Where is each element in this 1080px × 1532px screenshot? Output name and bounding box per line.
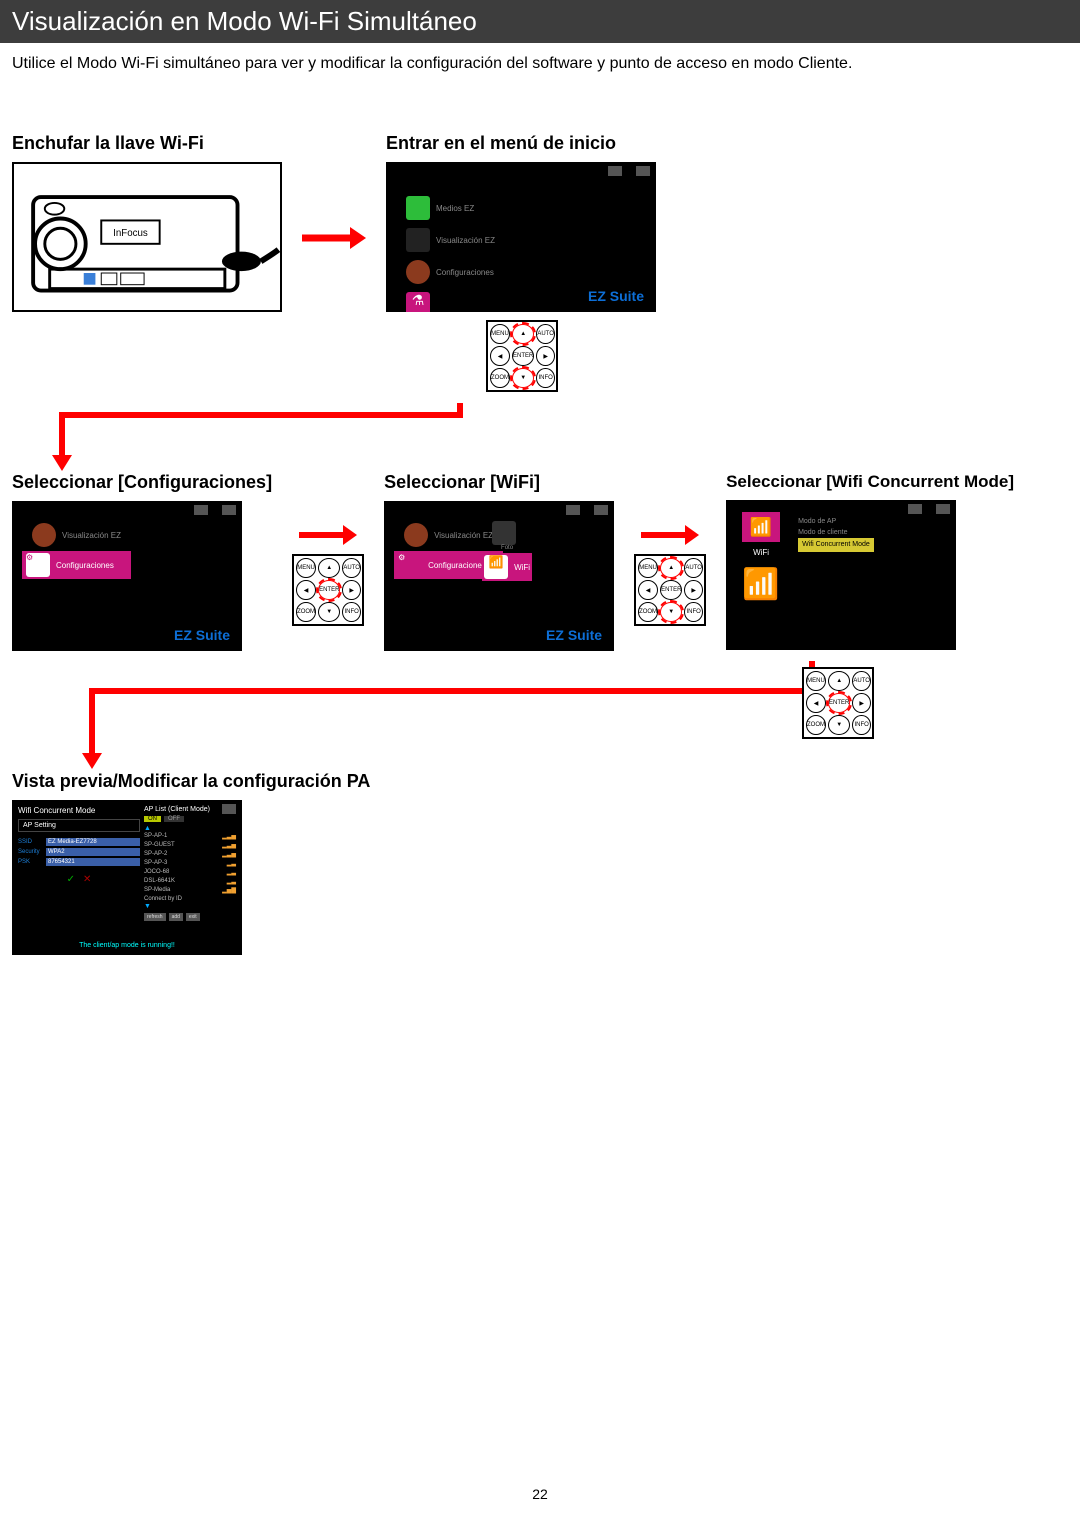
remote-zoom: ZOOM bbox=[490, 368, 510, 388]
ez-suite-label: EZ Suite bbox=[588, 288, 644, 304]
ez-suite-label-3: EZ Suite bbox=[546, 627, 602, 643]
intro-text: Utilice el Modo Wi-Fi simultáneo para ve… bbox=[0, 55, 1080, 93]
step-plug-title: Enchufar la llave Wi-Fi bbox=[12, 133, 282, 154]
wifi-icon-a bbox=[404, 523, 428, 547]
cancel-icon[interactable]: ✕ bbox=[83, 874, 91, 885]
off-btn[interactable]: OFF bbox=[164, 816, 184, 822]
step-wifi-title: Seleccionar [WiFi] bbox=[384, 472, 614, 493]
remote-3: MENU▲AUTO ◀ENTER▶ ZOOM▼INFO bbox=[634, 554, 706, 626]
step-preview: Vista previa/Modificar la configuración … bbox=[12, 771, 1068, 955]
remote-down: ▼ bbox=[512, 368, 534, 388]
ok-icon[interactable]: ✓ bbox=[67, 874, 75, 885]
step-config-title: Seleccionar [Configuraciones] bbox=[12, 472, 272, 493]
screen-config: Visualización EZ ⚙Configuraciones EZ Sui… bbox=[12, 501, 242, 651]
psk-input[interactable]: 87654321 bbox=[46, 858, 140, 866]
section-header: Visualización en Modo Wi-Fi Simultáneo bbox=[0, 0, 1080, 43]
foto-icon bbox=[492, 521, 516, 545]
config-icon-2: ⚙ bbox=[26, 553, 50, 577]
ap-sub: AP Setting bbox=[18, 819, 140, 832]
wifi-gray-icon: 📶 bbox=[734, 567, 788, 602]
wifi-pink-icon: 📶 bbox=[742, 512, 780, 542]
step-wifi: Seleccionar [WiFi] Visualización EZ ⚙Con… bbox=[384, 472, 614, 651]
medios-icon bbox=[406, 196, 430, 220]
arrow-right-2 bbox=[299, 522, 357, 548]
wifi-icon-b: ⚙ bbox=[398, 553, 422, 577]
screen-wifi: Visualización EZ ⚙Configuraciones Foto 📶… bbox=[384, 501, 614, 651]
arrow-right-1 bbox=[302, 223, 366, 253]
arrow-right-3 bbox=[641, 522, 699, 548]
remote-right: ▶ bbox=[536, 346, 555, 366]
remote-4: MENU▲AUTO ◀ENTER▶ ZOOM▼INFO bbox=[802, 667, 874, 739]
step-plug: Enchufar la llave Wi-Fi InFocus bbox=[12, 133, 282, 312]
ap-title: Wifi Concurrent Mode bbox=[18, 806, 140, 815]
step-start: Entrar en el menú de inicio Medios EZ Vi… bbox=[386, 133, 656, 412]
page-number: 22 bbox=[0, 1486, 1080, 1502]
visual-icon bbox=[406, 228, 430, 252]
screen-concurrent: 📶 WiFi 📶 Modo de AP Modo de cliente Wifi… bbox=[726, 500, 956, 650]
wifi-label: WiFi bbox=[734, 548, 788, 557]
step-config: Seleccionar [Configuraciones] Visualizac… bbox=[12, 472, 272, 651]
concurrent-highlight: Wifi Concurrent Mode bbox=[798, 538, 874, 551]
remote-menu: MENU bbox=[490, 324, 510, 344]
remote-auto: AUTO bbox=[536, 324, 555, 344]
svg-text:InFocus: InFocus bbox=[113, 228, 148, 239]
refresh-btn[interactable]: refresh bbox=[144, 913, 166, 921]
security-input[interactable]: WPA2 bbox=[46, 848, 140, 856]
ssid-input[interactable]: EZ Media-EZ7728 bbox=[46, 838, 140, 846]
remote-left: ◀ bbox=[490, 346, 510, 366]
step-preview-title: Vista previa/Modificar la configuración … bbox=[12, 771, 1068, 792]
config-icon-circle bbox=[406, 260, 430, 284]
config-icon-1 bbox=[32, 523, 56, 547]
screen-preview: Wifi Concurrent Mode AP Setting SSIDEZ M… bbox=[12, 800, 242, 955]
arrow-down-2 bbox=[12, 661, 912, 771]
screen-start: Medios EZ Visualización EZ Configuracion… bbox=[386, 162, 656, 312]
remote-1: MENU ▲ AUTO ◀ ENTER ▶ ZOOM ▼ INFO bbox=[486, 320, 558, 392]
client-head: AP List (Client Mode) bbox=[144, 806, 236, 813]
step-concurrent-title: Seleccionar [Wifi Concurrent Mode] bbox=[726, 472, 1014, 492]
ez-suite-label-2: EZ Suite bbox=[174, 627, 230, 643]
arrow-down-1 bbox=[0, 403, 500, 473]
remote-info: INFO bbox=[536, 368, 555, 388]
wifi-signal-icon: 📶 bbox=[484, 555, 508, 579]
remote-2: MENU▲AUTO ◀ENTER▶ ZOOM▼INFO bbox=[292, 554, 364, 626]
exit-btn[interactable]: exit bbox=[186, 913, 200, 921]
remote-enter: ENTER bbox=[512, 346, 534, 366]
projector-diagram: InFocus bbox=[12, 162, 282, 312]
remote-up: ▲ bbox=[512, 324, 534, 344]
pink-icon: ⚗ bbox=[406, 292, 430, 312]
step-concurrent: Seleccionar [Wifi Concurrent Mode] 📶 WiF… bbox=[726, 472, 1014, 650]
step-start-title: Entrar en el menú de inicio bbox=[386, 133, 656, 154]
on-btn[interactable]: ON bbox=[144, 816, 161, 822]
status-msg: The client/ap mode is running!! bbox=[12, 942, 242, 949]
add-btn[interactable]: add bbox=[169, 913, 183, 921]
